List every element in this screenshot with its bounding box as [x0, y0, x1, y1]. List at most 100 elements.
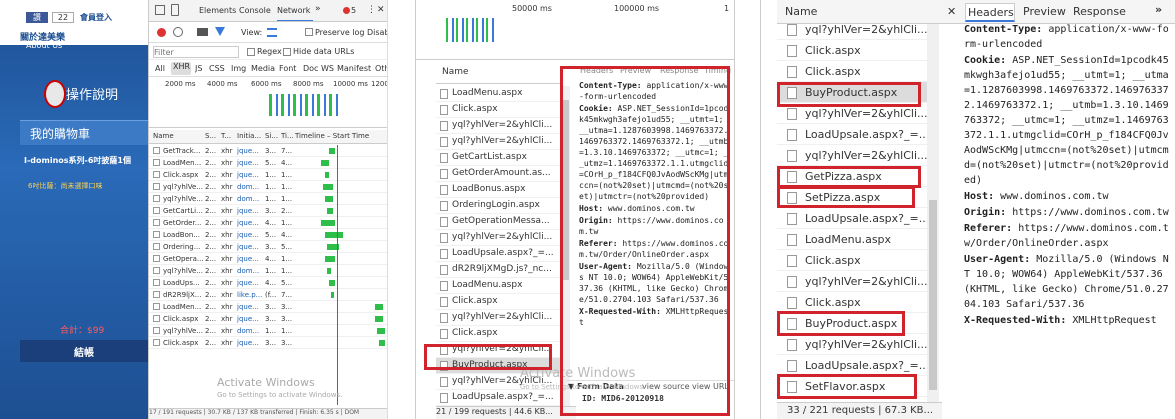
list-item[interactable]: dR2R9ljXMgD.js?_nc...: [436, 262, 561, 278]
close-devtools-icon[interactable]: ✕: [377, 4, 387, 16]
col-time[interactable]: Ti...: [281, 132, 293, 143]
camera-icon[interactable]: [197, 28, 208, 36]
list-item[interactable]: Click.aspx: [777, 250, 927, 271]
table-row[interactable]: LoadBon... 2... xhr jque... 5... 4...: [149, 229, 387, 241]
disable-cache-label[interactable]: Disab: [367, 28, 387, 39]
file-icon: [440, 201, 448, 211]
device-icon[interactable]: [171, 4, 179, 16]
devtools-menu-icon[interactable]: ⋮: [367, 4, 373, 16]
table-row[interactable]: yql?yhlVe... 2... xhr dom... 1... 1...: [149, 325, 387, 337]
list-item[interactable]: OrderingLogin.aspx: [436, 198, 561, 214]
table-row[interactable]: GetCartLi... 2... xhr jque... 3... 2...: [149, 205, 387, 217]
list-item[interactable]: LoadUpsale.aspx?_=...: [436, 246, 561, 262]
list-item[interactable]: LoadMenu.aspx: [436, 278, 561, 294]
list-item[interactable]: yql?yhlVer=2&yhlCli...: [777, 19, 927, 40]
table-row[interactable]: GetOpera... 2... xhr jque... 4... 1...: [149, 253, 387, 265]
tab-overflow[interactable]: »: [1155, 3, 1169, 17]
inspect-icon[interactable]: [155, 5, 165, 15]
type-manifest[interactable]: Manifest: [337, 64, 373, 75]
list-item[interactable]: yql?yhlVer=2&yhlCli...: [436, 310, 561, 326]
list-item[interactable]: LoadBonus.aspx: [436, 182, 561, 198]
table-row[interactable]: Click.aspx 2... xhr jque... 1... 1...: [149, 169, 387, 181]
close-detail-icon[interactable]: ✕: [947, 5, 959, 19]
type-other[interactable]: Other: [375, 64, 387, 75]
clear-icon[interactable]: [173, 27, 183, 37]
col-size[interactable]: Si...: [265, 132, 279, 143]
type-js[interactable]: JS: [195, 64, 207, 75]
table-row[interactable]: Ordering... 2... xhr jque... 3... 5...: [149, 241, 387, 253]
row-ti: 4...: [281, 231, 293, 239]
type-img[interactable]: Img: [231, 64, 249, 75]
list-item[interactable]: GetOrderAmount.as...: [436, 166, 561, 182]
list-item[interactable]: GetCartList.aspx: [436, 150, 561, 166]
table-row[interactable]: yql?yhlVe... 2... xhr dom... 1... 1...: [149, 193, 387, 205]
list-item[interactable]: Click.aspx: [436, 294, 561, 310]
col-initiator[interactable]: Initia...: [237, 132, 261, 143]
tab-elements[interactable]: Elements: [199, 6, 239, 17]
table-row[interactable]: GetTrack... 2... xhr jque... 3... 7...: [149, 145, 387, 157]
list-item[interactable]: Click.aspx: [436, 326, 561, 342]
list-scrollbar-thumb[interactable]: [929, 200, 937, 390]
list-item[interactable]: LoadMenu.aspx: [436, 86, 561, 102]
table-row[interactable]: yql?yhlVe... 2... xhr dom... 1... 1...: [149, 265, 387, 277]
member-login-link[interactable]: 會員登入: [80, 12, 130, 24]
list-item[interactable]: yql?yhlVer=2&yhlCli...: [777, 334, 927, 355]
type-all[interactable]: All: [155, 64, 169, 75]
list-item[interactable]: Click.aspx: [777, 61, 927, 82]
type-font[interactable]: Font: [279, 64, 301, 75]
list-item[interactable]: LoadUpsale.aspx?_=...: [777, 355, 927, 376]
view-list-icon[interactable]: [267, 28, 277, 37]
record-icon[interactable]: [157, 28, 166, 37]
list-item[interactable]: LoadMenu.aspx: [777, 229, 927, 250]
table-row[interactable]: yql?yhlVe... 2... xhr dom... 1... 1...: [149, 181, 387, 193]
type-media[interactable]: Media: [251, 64, 277, 75]
type-css[interactable]: CSS: [209, 64, 229, 75]
fb-like-button[interactable]: 讚: [26, 12, 48, 23]
table-row[interactable]: dR2R9ljX... 2... xhr like.p... (f... 7...: [149, 289, 387, 301]
tab-headers[interactable]: Headers: [965, 3, 1015, 22]
list-item[interactable]: Click.aspx: [777, 40, 927, 61]
table-row[interactable]: LoadUps... 2... xhr jque... 4... 5...: [149, 277, 387, 289]
col-name[interactable]: Name: [785, 5, 835, 19]
col-status[interactable]: S...: [205, 132, 217, 143]
checkout-button[interactable]: 結帳: [74, 344, 114, 358]
list-item[interactable]: yql?yhlVer=2&yhlCli...: [436, 134, 561, 150]
table-row[interactable]: LoadMen... 2... xhr jque... 3... 3...: [149, 301, 387, 313]
col-timeline[interactable]: Timeline – Start Time: [295, 132, 387, 143]
list-item[interactable]: LoadUpsale.aspx?_=...: [777, 208, 927, 229]
help-link[interactable]: 操作說明: [66, 84, 136, 102]
file-icon: [440, 233, 448, 243]
filter-icon[interactable]: [215, 27, 225, 36]
tab-network[interactable]: Network: [277, 6, 313, 21]
hide-data-urls-checkbox[interactable]: [283, 48, 291, 56]
list-item[interactable]: GetOperationMessa...: [436, 214, 561, 230]
regex-checkbox[interactable]: [247, 48, 255, 56]
col-name[interactable]: Name: [153, 132, 193, 143]
cart-item-title[interactable]: I-dominos系列-6吋披薩1個: [24, 155, 146, 179]
tab-response[interactable]: Response: [1073, 5, 1129, 19]
filter-input[interactable]: [153, 46, 239, 58]
type-ws[interactable]: WS: [321, 64, 337, 75]
highlight-setflavor: [777, 374, 917, 399]
tab-preview[interactable]: Preview: [1023, 5, 1069, 19]
type-xhr[interactable]: XHR: [171, 62, 191, 75]
list-item[interactable]: yql?yhlVer=2&yhlCli...: [777, 271, 927, 292]
table-row[interactable]: Click.aspx 2... xhr jque... 3... 3...: [149, 313, 387, 325]
col-type[interactable]: T...: [221, 132, 233, 143]
tab-overflow[interactable]: »: [315, 4, 325, 16]
table-row[interactable]: Click.aspx 2... xhr jque... 3... 3...: [149, 337, 387, 349]
list-item[interactable]: Click.aspx: [777, 292, 927, 313]
preserve-log-checkbox[interactable]: [305, 28, 313, 36]
list-item[interactable]: yql?yhlVer=2&yhlCli...: [436, 118, 561, 134]
table-row[interactable]: GetOrder... 2... xhr jque... 4... 1...: [149, 217, 387, 229]
list-item[interactable]: yql?yhlVer=2&yhlCli...: [777, 145, 927, 166]
list-item[interactable]: yql?yhlVer=2&yhlCli...: [436, 230, 561, 246]
tab-console[interactable]: Console: [239, 6, 275, 17]
list-item[interactable]: LoadUpsale.aspx?_=...: [777, 124, 927, 145]
list-item[interactable]: Click.aspx: [436, 102, 561, 118]
col-name[interactable]: Name: [442, 67, 482, 79]
table-row[interactable]: LoadMen... 2... xhr jque... 5... 4...: [149, 157, 387, 169]
file-icon: [787, 255, 797, 267]
type-doc[interactable]: Doc: [303, 64, 321, 75]
about-us-link[interactable]: About Us: [26, 41, 86, 53]
